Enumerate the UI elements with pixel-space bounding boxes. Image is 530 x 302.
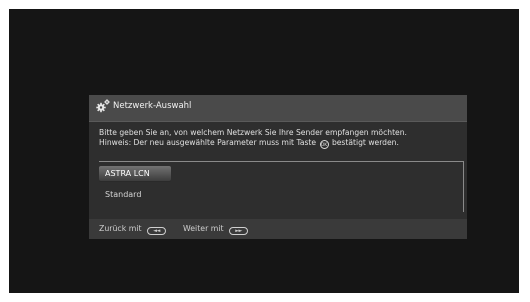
info-line-2-start: Hinweis: Der neu ausgewählte Parameter m… xyxy=(99,138,317,147)
info-line-2: Hinweis: Der neu ausgewählte Parameter m… xyxy=(99,138,459,149)
option-astra-lcn[interactable]: ASTRA LCN xyxy=(99,166,171,181)
option-standard[interactable]: Standard xyxy=(99,187,147,202)
forward-key-icon: ►► xyxy=(229,227,249,235)
back-label: Zurück mit xyxy=(99,224,142,233)
next-label: Weiter mit xyxy=(183,224,224,233)
ok-button-icon: OK xyxy=(319,140,329,149)
info-line-1: Bitte geben Sie an, von welchem Netzwerk… xyxy=(99,128,407,137)
info-line-2-end: bestätigt werden. xyxy=(331,138,399,147)
tv-screen: Netzwerk-Auswahl Bitte geben Sie an, von… xyxy=(9,9,519,293)
gear-icon xyxy=(96,99,110,113)
rewind-key-icon: ◄◄ xyxy=(147,227,167,235)
dialog-title: Netzwerk-Auswahl xyxy=(113,101,192,111)
dialog-footer: Zurück mit ◄◄ Weiter mit ►► xyxy=(89,219,467,239)
network-options-list: ASTRA LCN Standard xyxy=(99,161,464,212)
back-hint[interactable]: Zurück mit ◄◄ xyxy=(99,224,167,235)
next-hint[interactable]: Weiter mit ►► xyxy=(183,224,249,235)
dialog-header: Netzwerk-Auswahl xyxy=(89,95,467,122)
info-text: Bitte geben Sie an, von welchem Netzwerk… xyxy=(99,128,459,149)
network-selection-dialog: Netzwerk-Auswahl Bitte geben Sie an, von… xyxy=(89,95,467,239)
